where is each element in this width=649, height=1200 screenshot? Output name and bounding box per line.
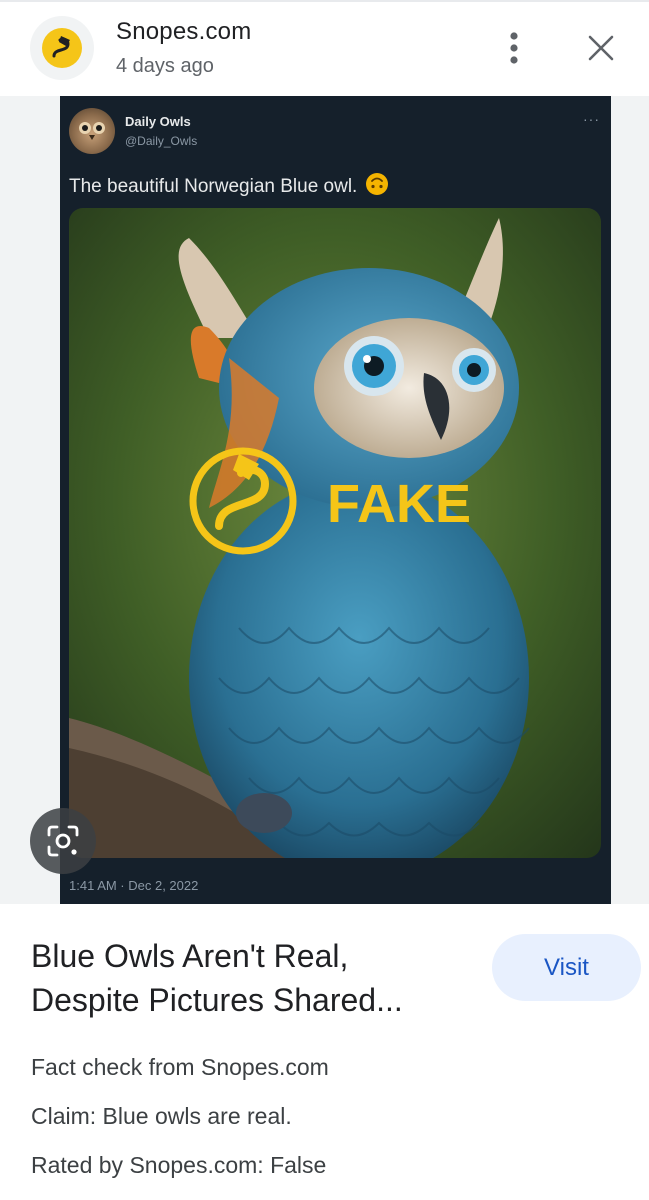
close-icon[interactable] <box>578 26 624 70</box>
snopes-logo-icon <box>30 16 94 80</box>
fact-check-source: Fact check from Snopes.com <box>31 1054 329 1080</box>
tweet-author-handle: @Daily_Owls <box>125 134 198 148</box>
result-card: Snopes.com 4 days ago Daily Owls @Daily_… <box>0 0 649 1200</box>
more-vert-icon[interactable] <box>492 26 536 70</box>
upside-down-smile-icon <box>365 172 389 202</box>
divider <box>0 0 649 2</box>
blue-owl-photo: FAKE <box>69 208 601 858</box>
result-title[interactable]: Blue Owls Aren't Real, Despite Pictures … <box>31 934 471 1022</box>
tweet-more-icon: ··· <box>583 111 600 127</box>
tweet-text: The beautiful Norwegian Blue owl. <box>69 176 358 197</box>
fact-check-rating: Rated by Snopes.com: False <box>31 1152 327 1178</box>
fact-check-claim: Claim: Blue owls are real. <box>31 1103 292 1129</box>
result-image[interactable]: Daily Owls @Daily_Owls ··· The beautiful… <box>0 96 649 904</box>
tweet-screenshot: Daily Owls @Daily_Owls ··· The beautiful… <box>60 96 611 904</box>
visit-button[interactable]: Visit <box>492 934 641 1001</box>
tweet-timestamp: 1:41 AM · Dec 2, 2022 <box>69 878 199 893</box>
tweet-author-name: Daily Owls <box>125 114 191 129</box>
google-lens-icon[interactable] <box>30 808 96 874</box>
fake-stamp-label: FAKE <box>327 474 471 534</box>
tweet-text-row: The beautiful Norwegian Blue owl. <box>69 172 389 202</box>
post-age: 4 days ago <box>116 55 214 77</box>
site-name[interactable]: Snopes.com <box>116 18 251 46</box>
owl-avatar <box>69 108 115 154</box>
result-header: Snopes.com 4 days ago <box>0 0 649 96</box>
